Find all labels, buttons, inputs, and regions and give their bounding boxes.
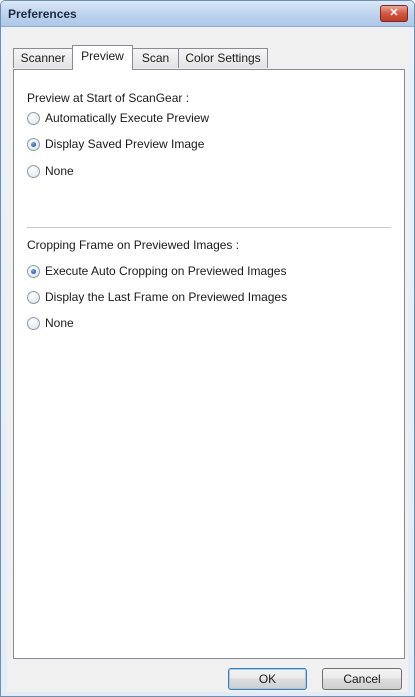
radio-execute-auto-cropping[interactable]: Execute Auto Cropping on Previewed Image… xyxy=(27,263,286,279)
title-bar[interactable]: Preferences ✕ xyxy=(1,1,414,27)
radio-selected-dot xyxy=(31,141,36,147)
radio-cropping-none[interactable]: None xyxy=(27,315,74,331)
radio-label: Execute Auto Cropping on Previewed Image… xyxy=(45,264,287,278)
tab-color-settings[interactable]: Color Settings xyxy=(178,48,268,68)
radio-button[interactable] xyxy=(27,164,40,178)
preferences-dialog: Preferences ✕ Scanner Preview Scan Color… xyxy=(0,0,415,697)
ok-button[interactable]: OK xyxy=(228,668,307,690)
radio-automatically-execute-preview[interactable]: Automatically Execute Preview xyxy=(27,110,209,126)
radio-display-last-frame[interactable]: Display the Last Frame on Previewed Imag… xyxy=(27,289,287,305)
tab-preview[interactable]: Preview xyxy=(72,45,133,70)
radio-button[interactable] xyxy=(27,111,40,125)
preview-tab-panel: Preview at Start of ScanGear : Automatic… xyxy=(13,69,405,659)
radio-button[interactable] xyxy=(27,290,40,304)
radio-button[interactable] xyxy=(27,137,40,151)
radio-label: Display Saved Preview Image xyxy=(45,137,205,151)
radio-display-saved-preview-image[interactable]: Display Saved Preview Image xyxy=(27,136,204,152)
tab-strip: Scanner Preview Scan Color Settings xyxy=(13,45,408,70)
radio-preview-none[interactable]: None xyxy=(27,163,74,179)
close-button[interactable]: ✕ xyxy=(380,5,408,22)
dialog-content: Scanner Preview Scan Color Settings Prev… xyxy=(7,27,408,692)
radio-label: None xyxy=(45,316,74,330)
preview-start-label: Preview at Start of ScanGear : xyxy=(27,91,190,105)
section-divider xyxy=(27,227,391,229)
radio-label: None xyxy=(45,164,74,178)
radio-label: Display the Last Frame on Previewed Imag… xyxy=(45,290,288,304)
tab-scan[interactable]: Scan xyxy=(132,48,179,68)
cancel-button[interactable]: Cancel xyxy=(322,668,402,690)
tab-scanner[interactable]: Scanner xyxy=(13,48,73,68)
radio-selected-dot xyxy=(31,268,36,274)
window-title: Preferences xyxy=(8,7,77,21)
radio-label: Automatically Execute Preview xyxy=(45,111,210,125)
close-icon: ✕ xyxy=(389,7,399,19)
cropping-frame-label: Cropping Frame on Previewed Images : xyxy=(27,238,240,252)
radio-button[interactable] xyxy=(27,316,40,330)
radio-button[interactable] xyxy=(27,264,40,278)
